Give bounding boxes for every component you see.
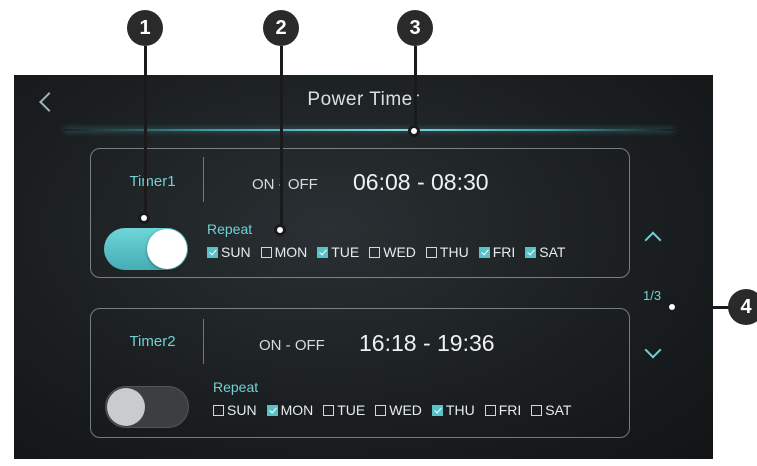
day-checkbox-tue[interactable]: TUE [323, 402, 365, 418]
title-divider [64, 129, 674, 131]
on-off-label: ON - OFF [259, 337, 325, 354]
repeat-label: Repeat [213, 379, 259, 395]
day-label: TUE [331, 244, 360, 260]
checkbox-icon [323, 404, 335, 416]
callout-3: 3 [397, 10, 433, 46]
checkbox-icon [431, 404, 443, 416]
day-checkbox-sun[interactable]: SUN [207, 244, 251, 260]
page-title: Power Timer [307, 89, 420, 110]
checkbox-icon [425, 246, 437, 258]
timer-toggle[interactable] [105, 386, 189, 428]
checkbox-icon [207, 246, 218, 258]
day-checkbox-sat[interactable]: SAT [525, 244, 565, 260]
callout-4-pointer [666, 301, 678, 313]
card-divider [203, 157, 204, 202]
checkbox-icon [369, 246, 381, 258]
callout-4: 4 [728, 289, 757, 325]
checkbox-icon [260, 246, 272, 258]
day-checkbox-thu[interactable]: THU [425, 244, 469, 260]
day-label: TUE [337, 402, 366, 418]
day-checkbox-mon[interactable]: MON [260, 244, 308, 260]
callout-1: 1 [127, 10, 163, 46]
repeat-days: SUN MON TUE WED THU FRI SAT [207, 244, 575, 260]
day-label: WED [389, 402, 422, 418]
timer-card-2: Timer2 ON - OFF 16:18 - 19:36 Repeat SUN… [90, 308, 630, 438]
day-checkbox-tue[interactable]: TUE [317, 244, 359, 260]
toggle-knob [107, 388, 145, 426]
page-indicator: 1/3 [643, 288, 662, 303]
day-checkbox-mon[interactable]: MON [266, 402, 314, 418]
day-label: SAT [545, 402, 572, 418]
callout-1-leader [144, 46, 147, 216]
day-label: WED [383, 244, 416, 260]
day-label: FRI [498, 402, 522, 418]
checkbox-icon [531, 404, 543, 416]
checkbox-icon [525, 246, 537, 258]
day-label: THU [445, 402, 475, 418]
checkbox-icon [478, 246, 490, 258]
callout-2-leader [280, 46, 283, 228]
repeat-days: SUN MON TUE WED THU FRI SAT [213, 402, 581, 418]
checkbox-icon [213, 404, 224, 416]
day-checkbox-fri[interactable]: FRI [484, 402, 522, 418]
toggle-knob [147, 229, 187, 269]
repeat-label: Repeat [207, 221, 253, 237]
day-checkbox-sat[interactable]: SAT [531, 402, 571, 418]
day-label: MON [274, 244, 308, 260]
checkbox-icon [375, 404, 387, 416]
callout-1-pointer [138, 212, 150, 224]
day-label: SUN [227, 402, 257, 418]
callout-3-pointer [408, 125, 420, 137]
on-off-label: ON - OFF [252, 176, 318, 193]
timer-card-1: Timer1 ON - OFF 06:08 - 08:30 Repeat SUN… [90, 148, 630, 278]
day-label: FRI [492, 244, 516, 260]
day-label: SUN [221, 244, 251, 260]
time-range[interactable]: 06:08 - 08:30 [353, 169, 489, 196]
day-label: SAT [539, 244, 566, 260]
day-label: THU [439, 244, 469, 260]
checkbox-icon [484, 404, 496, 416]
day-checkbox-sun[interactable]: SUN [213, 402, 257, 418]
callout-2: 2 [263, 10, 299, 46]
title-bar: Power Timer [14, 75, 713, 135]
day-checkbox-wed[interactable]: WED [369, 244, 416, 260]
power-timer-screen: Power Timer Timer1 ON - OFF 06:08 - 08:3… [14, 75, 713, 459]
callout-4-leader [676, 306, 734, 309]
callout-3-leader [414, 46, 417, 130]
timer-name: Timer1 [129, 173, 176, 190]
timer-toggle[interactable] [104, 228, 188, 270]
timer-name: Timer2 [129, 333, 176, 350]
checkbox-icon [266, 404, 278, 416]
day-label: MON [280, 402, 314, 418]
day-checkbox-wed[interactable]: WED [375, 402, 422, 418]
figure: Power Timer Timer1 ON - OFF 06:08 - 08:3… [0, 0, 757, 466]
time-range[interactable]: 16:18 - 19:36 [359, 330, 495, 357]
page-up-chevron-up-icon[interactable] [644, 231, 662, 249]
checkbox-icon [317, 246, 329, 258]
day-checkbox-thu[interactable]: THU [431, 402, 475, 418]
callout-2-pointer [274, 224, 286, 236]
page-down-chevron-down-icon[interactable] [644, 341, 662, 359]
card-divider [203, 319, 204, 364]
day-checkbox-fri[interactable]: FRI [478, 244, 516, 260]
